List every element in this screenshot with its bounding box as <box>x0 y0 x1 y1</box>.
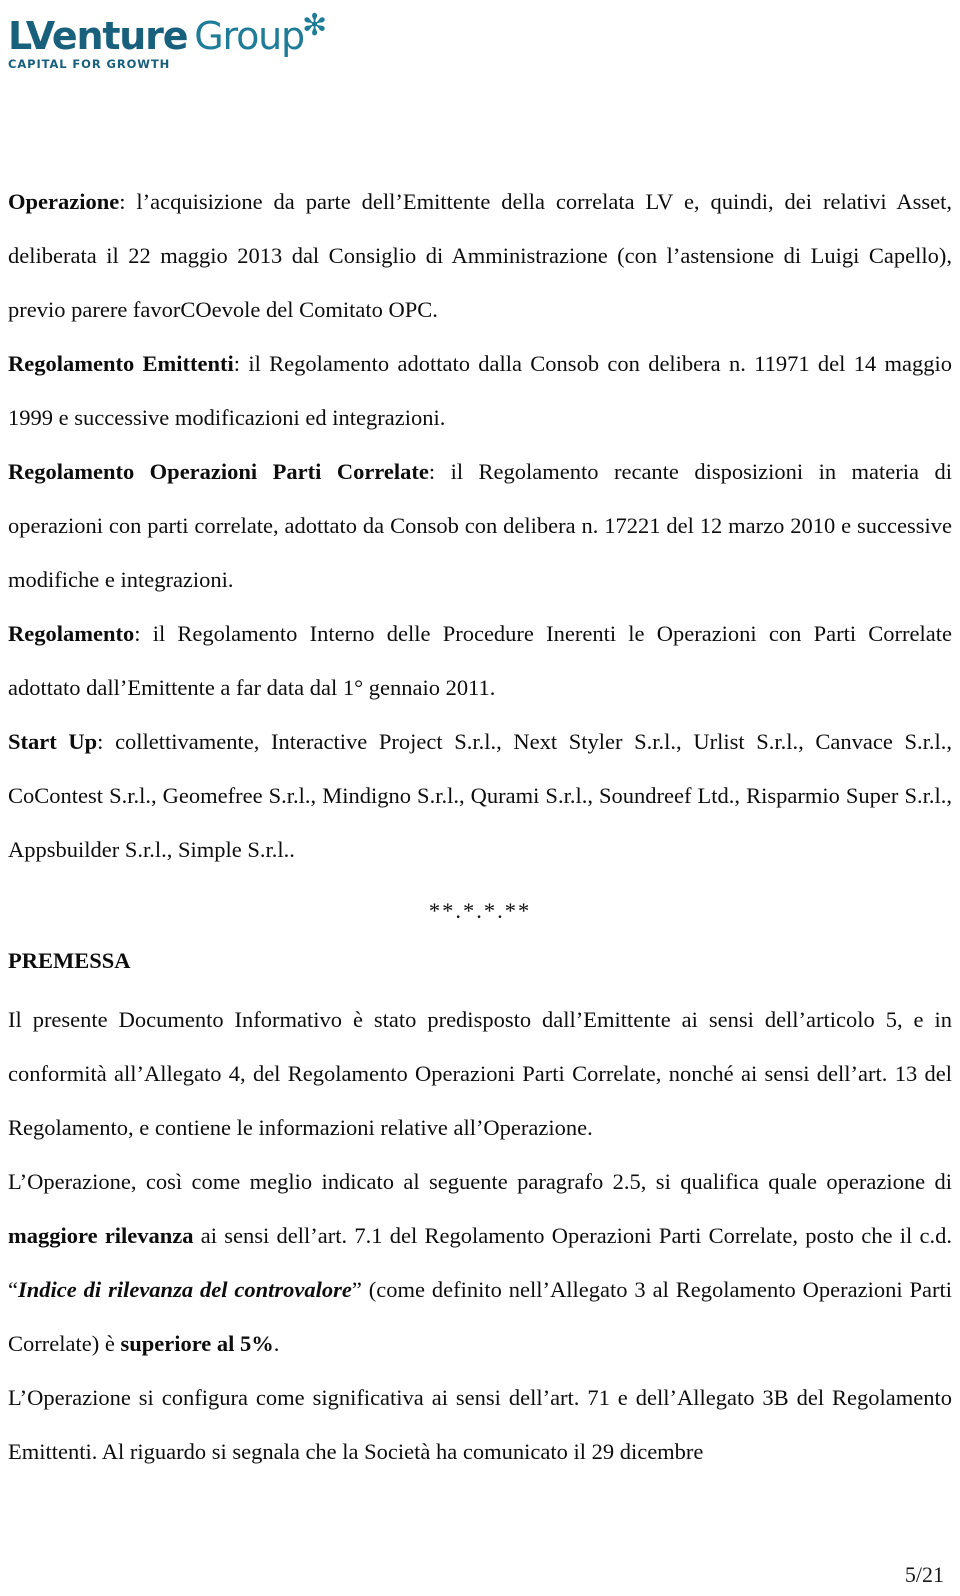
definition-operazione: Operazione: l’acquisizione da parte dell… <box>8 175 952 337</box>
definition-text: l’acquisizione da parte dell’Emittente d… <box>8 189 952 322</box>
definition-term: Regolamento Operazioni Parti Correlate <box>8 459 429 484</box>
section-separator: **.*.*.** <box>428 898 532 923</box>
premessa-p2-bold-superiore-5: superiore al 5% <box>120 1331 274 1356</box>
definition-separator: : <box>119 189 137 214</box>
premessa-paragraph-2: L’Operazione, così come meglio indicato … <box>8 1155 952 1371</box>
premessa-paragraph-1: Il presente Documento Informativo è stat… <box>8 1007 952 1140</box>
logo-tagline: CAPITAL FOR GROWTH <box>8 57 171 71</box>
logo-text-group: Group <box>194 14 305 58</box>
logo-text-lventure: LVenture <box>8 14 188 58</box>
asterisk-icon: ✻ <box>301 8 327 43</box>
premessa-paragraph-3: L’Operazione si configura come significa… <box>8 1385 952 1464</box>
company-logo: LVenture Group✻ CAPITAL FOR GROWTH <box>8 6 338 71</box>
definition-term: Operazione <box>8 189 120 214</box>
definition-term: Regolamento <box>8 621 135 646</box>
definition-term: Start Up <box>8 729 98 754</box>
definition-separator: : <box>233 351 249 376</box>
logo-wordmark: LVenture Group✻ <box>8 6 338 56</box>
premessa-p2-bolditalic-indice-rilevanza: Indice di rilevanza del controvalore <box>18 1277 352 1302</box>
definition-separator: : <box>134 621 153 646</box>
premessa-p2-seg1: L’Operazione, così come meglio indicato … <box>8 1169 952 1194</box>
definition-text: collettivamente, Interactive Project S.r… <box>8 729 953 862</box>
premessa-p2-seg4: . <box>273 1331 280 1356</box>
definition-term: Regolamento Emittenti <box>8 351 234 376</box>
definition-start-up: Start Up: collettivamente, Interactive P… <box>8 715 952 877</box>
premessa-p2-bold-maggiore-rilevanza: maggiore rilevanza <box>8 1223 194 1248</box>
definition-regolamento-emittenti: Regolamento Emittenti: il Regolamento ad… <box>8 337 952 445</box>
definition-separator: : <box>97 729 116 754</box>
definition-regolamento-operazioni-parti-correlate: Regolamento Operazioni Parti Correlate: … <box>8 445 952 607</box>
definition-separator: : <box>428 459 451 484</box>
definition-regolamento: Regolamento: il Regolamento Interno dell… <box>8 607 952 715</box>
document-body: Operazione: l’acquisizione da parte dell… <box>8 175 952 1479</box>
section-heading-premessa: PREMESSA <box>8 948 131 973</box>
page-number: 5/21 <box>904 1562 944 1587</box>
